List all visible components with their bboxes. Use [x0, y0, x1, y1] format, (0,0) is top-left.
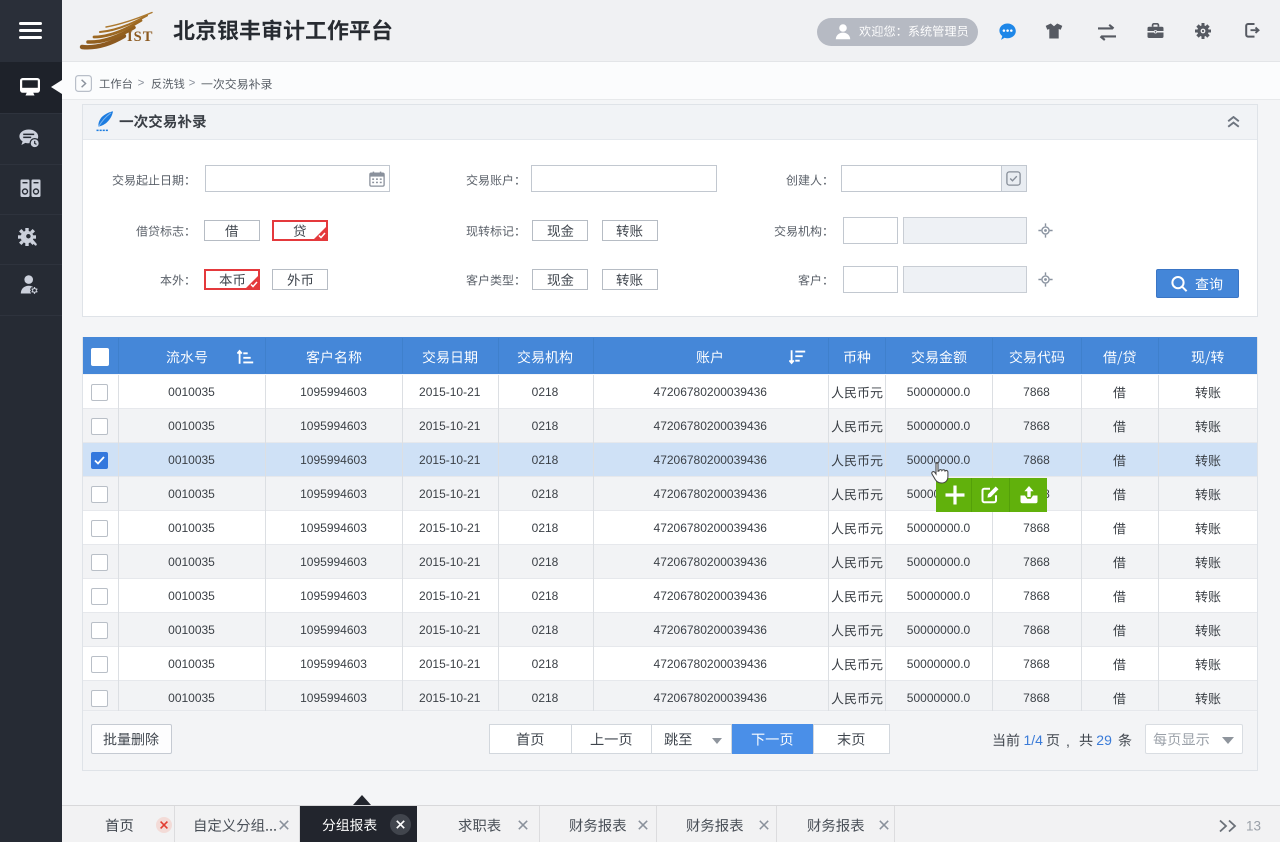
svg-text:IST: IST	[127, 29, 153, 45]
